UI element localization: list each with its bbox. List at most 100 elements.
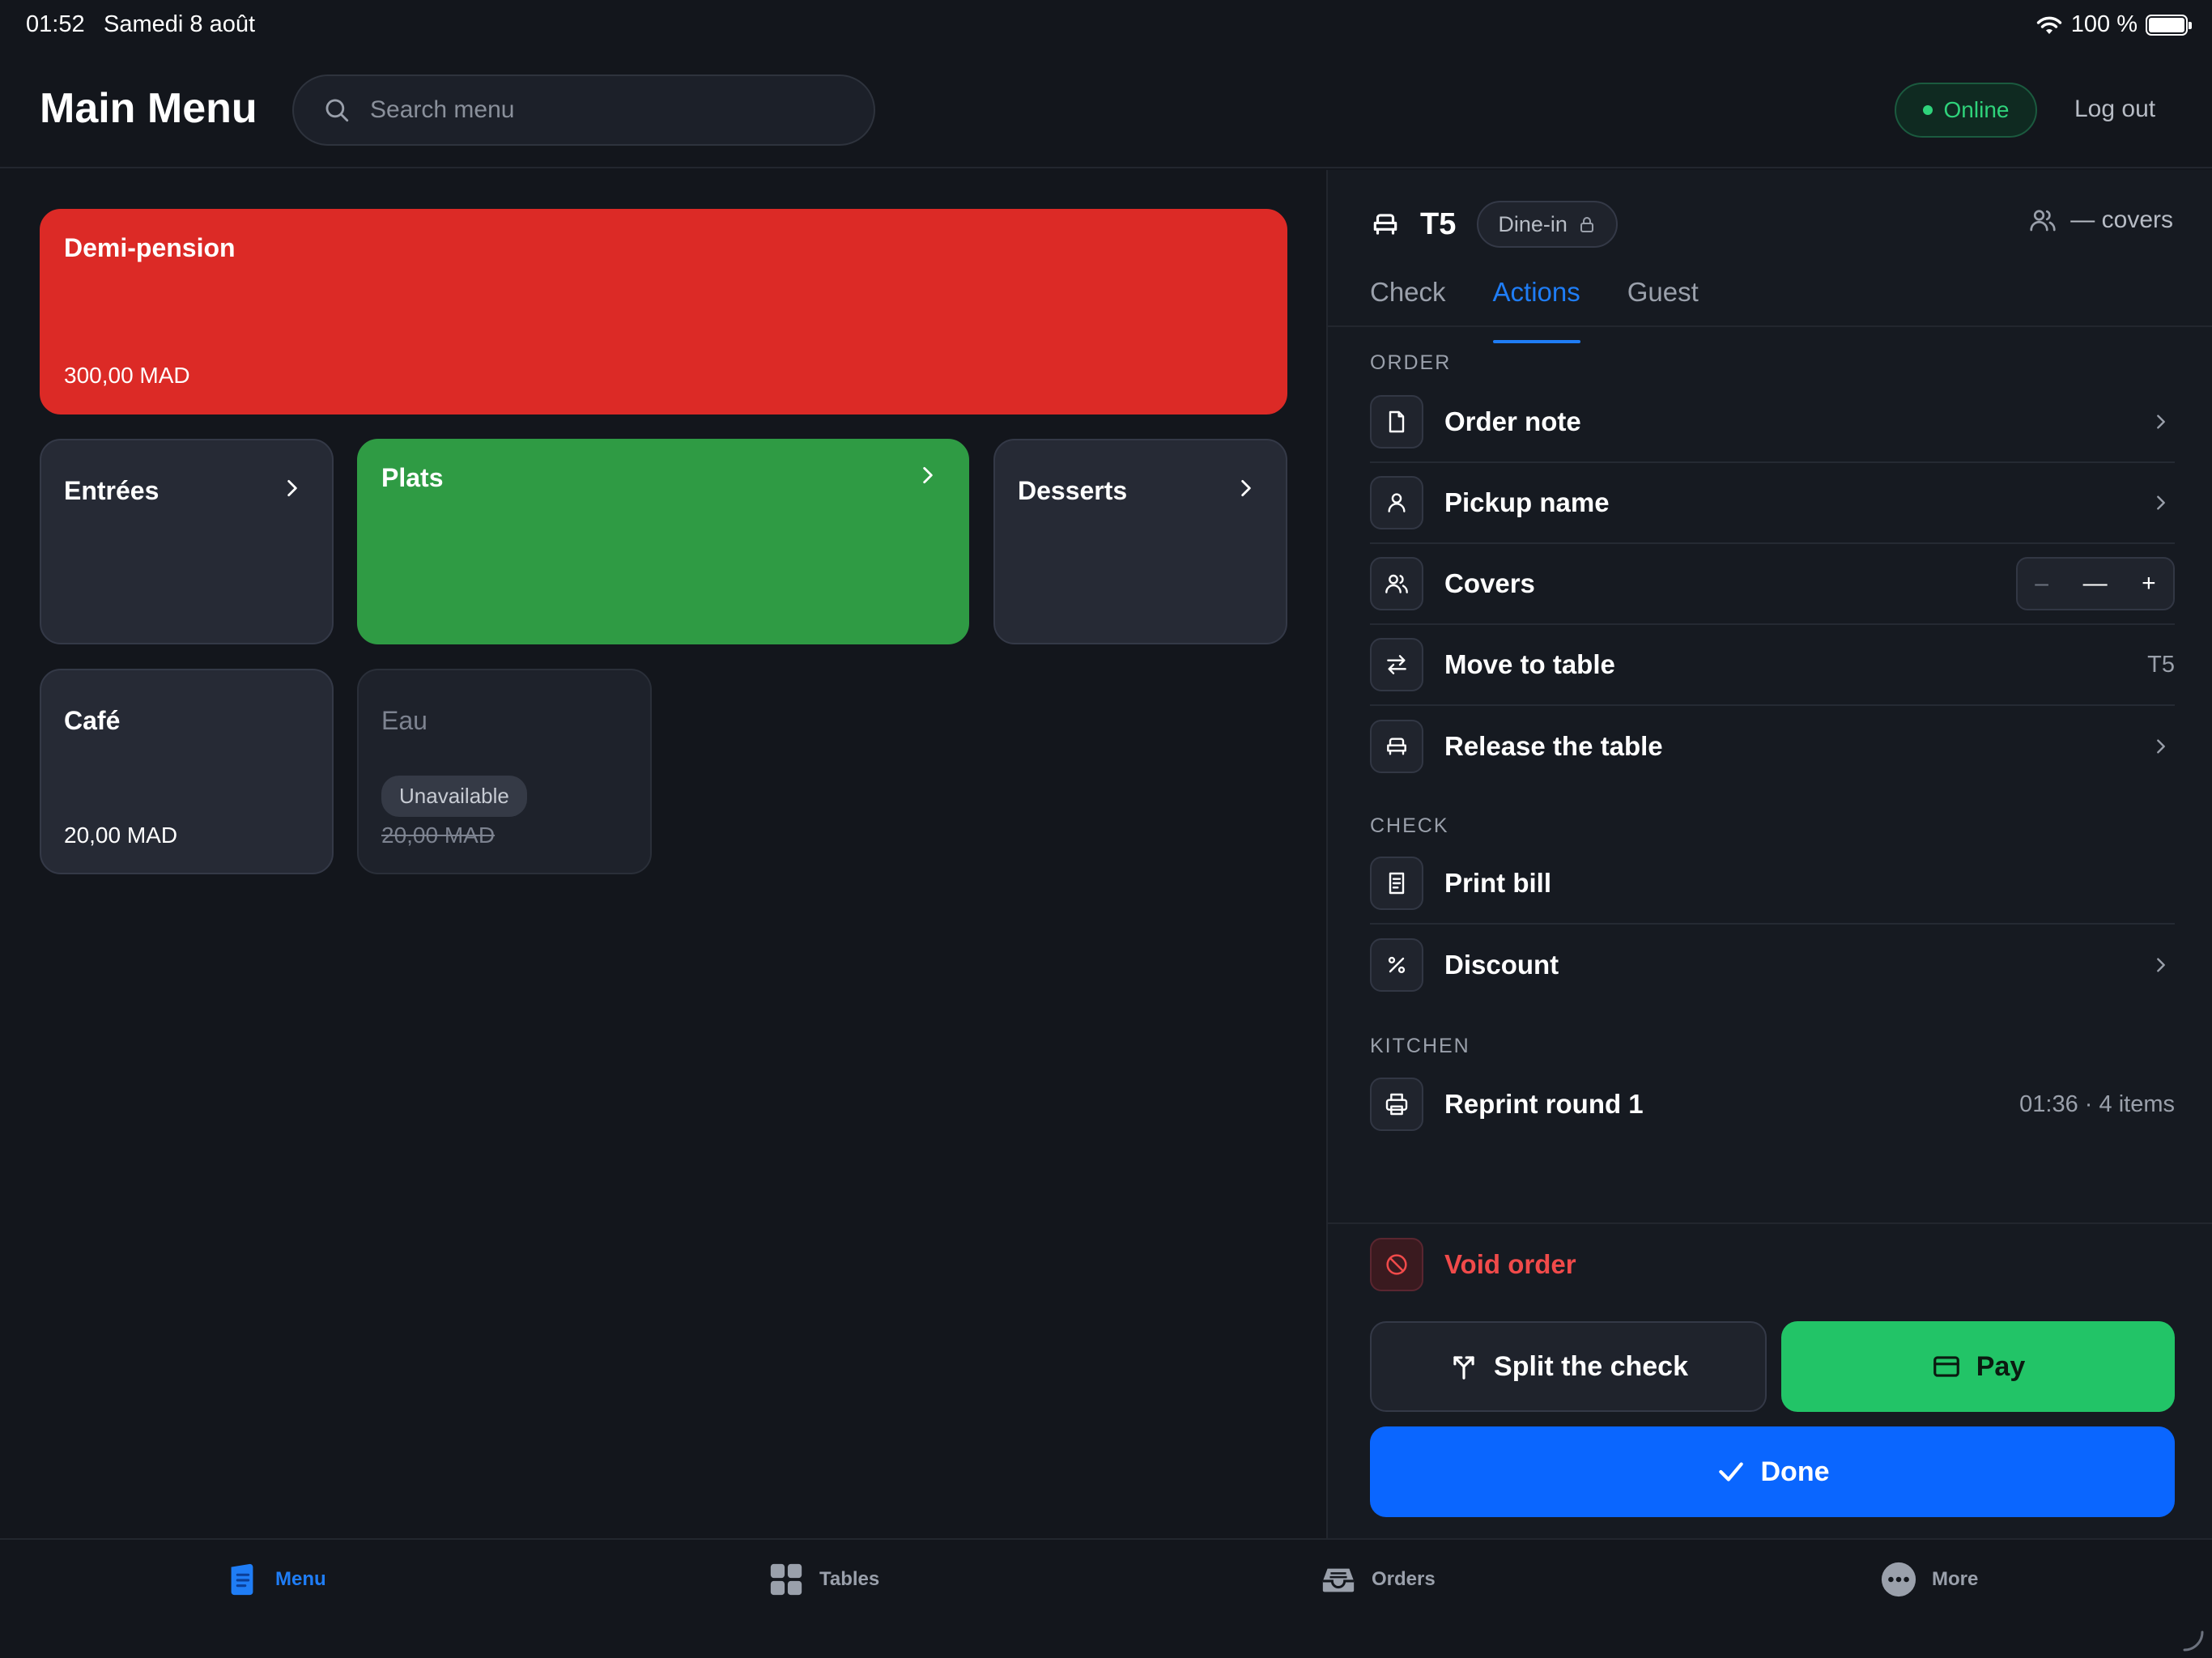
menu-book-icon (231, 1563, 253, 1596)
split-check-label: Split the check (1494, 1350, 1688, 1382)
wifi-icon (2036, 16, 2061, 34)
reprint-meta: 01:36 · 4 items (2019, 1090, 2175, 1117)
online-label: Online (1943, 97, 2010, 122)
pay-label: Pay (1976, 1350, 2026, 1382)
row-label: Covers (1444, 568, 1535, 598)
menu-item-price: 20,00 MAD (381, 823, 496, 848)
table-seat-icon (1370, 720, 1423, 773)
table-number: T5 (1420, 206, 1457, 241)
service-type-label: Dine-in (1498, 211, 1568, 236)
row-label: Discount (1444, 950, 1559, 980)
menu-item-demi-pension[interactable]: Demi-pension 300,00 MAD (40, 209, 1287, 414)
user-icon (1370, 476, 1423, 529)
chevron-right-icon (2157, 739, 2165, 754)
covers-increment-button[interactable]: + (2142, 570, 2156, 597)
checkmark-icon (1718, 1462, 1743, 1482)
row-discount[interactable]: Discount (1370, 925, 2175, 1005)
battery-percent: 100 % (2070, 11, 2138, 37)
tray-icon (1322, 1568, 1355, 1592)
tabbar-label: Orders (1372, 1568, 1436, 1590)
users-icon (2030, 210, 2056, 232)
category-entrees[interactable]: Entrées (40, 439, 334, 644)
tabbar-item-orders[interactable]: Orders (1320, 1561, 1436, 1598)
tabbar-item-more[interactable]: More (1880, 1561, 1978, 1598)
void-order-button[interactable]: Void order (1370, 1224, 2175, 1305)
pay-button[interactable]: Pay (1781, 1321, 2175, 1412)
chevron-right-icon (2157, 414, 2165, 429)
status-date: Samedi 8 août (104, 11, 256, 37)
row-covers: Covers – — + (1370, 544, 2175, 625)
current-table-value: T5 (2147, 651, 2175, 678)
row-pickup-name[interactable]: Pickup name (1370, 463, 2175, 544)
status-bar: 01:52 Samedi 8 août 100 % (0, 0, 2212, 52)
status-time: 01:52 (26, 11, 85, 37)
covers-summary: — covers (2028, 206, 2173, 235)
row-label: Order note (1444, 406, 1581, 436)
tabs-divider (1328, 325, 2212, 327)
service-type-badge: Dine-in (1477, 201, 1618, 248)
covers-stepper: – — + (2016, 557, 2175, 610)
lock-icon (1580, 217, 1593, 232)
covers-value: — (2082, 570, 2108, 597)
row-order-note[interactable]: Order note (1370, 382, 2175, 463)
search-input[interactable] (370, 96, 856, 124)
chevron-right-icon (2157, 495, 2165, 510)
status-right: 100 % (2035, 11, 2192, 38)
page-title: Main Menu (40, 85, 257, 132)
swap-arrows-icon (1370, 638, 1423, 691)
chevron-right-icon (2157, 958, 2165, 972)
receipt-icon (1370, 857, 1423, 910)
done-label: Done (1760, 1456, 1830, 1487)
search-bar[interactable] (292, 74, 875, 146)
more-dots-icon (1881, 1562, 1916, 1597)
category-plats[interactable]: Plats (357, 439, 969, 644)
percent-icon (1370, 938, 1423, 992)
menu-item-name: Demi-pension (64, 233, 236, 262)
menu-item-cafe[interactable]: Café 20,00 MAD (40, 669, 334, 874)
section-label-order: ORDER (1370, 351, 1452, 374)
section-label-check: CHECK (1370, 814, 1449, 837)
printer-icon (1370, 1078, 1423, 1131)
ban-icon (1370, 1238, 1423, 1291)
tabbar-label: Menu (275, 1568, 326, 1590)
menu-item-name: Café (64, 706, 121, 735)
row-print-bill[interactable]: Print bill (1370, 844, 2175, 925)
logout-button[interactable]: Log out (2074, 96, 2155, 123)
battery-icon (2146, 14, 2192, 36)
row-release-table[interactable]: Release the table (1370, 706, 2175, 787)
section-label-kitchen: KITCHEN (1370, 1035, 1470, 1057)
menu-item-eau[interactable]: Eau Unavailable 20,00 MAD (357, 669, 652, 874)
corner-indicator-icon (2183, 1630, 2204, 1652)
void-order-label: Void order (1444, 1249, 1576, 1279)
covers-decrement-button[interactable]: – (2035, 570, 2048, 597)
unavailable-badge: Unavailable (381, 776, 527, 817)
row-label: Reprint round 1 (1444, 1089, 1644, 1119)
done-button[interactable]: Done (1370, 1426, 2175, 1517)
search-icon (325, 99, 349, 122)
tabbar-item-tables[interactable]: Tables (768, 1561, 879, 1598)
chevron-right-icon (287, 479, 297, 497)
category-name: Plats (381, 463, 444, 492)
split-check-button[interactable]: Split the check (1370, 1321, 1767, 1412)
tabbar-label: More (1932, 1568, 1979, 1590)
category-desserts[interactable]: Desserts (993, 439, 1287, 644)
menu-grid: Demi-pension 300,00 MAD Entrées Plats De… (0, 170, 1326, 1538)
order-panel: T5 Dine-in — covers Check Actions Guest … (1326, 170, 2212, 1538)
credit-card-icon (1933, 1356, 1959, 1377)
menu-item-price: 300,00 MAD (64, 363, 190, 388)
row-move-to-table[interactable]: Move to table T5 (1370, 625, 2175, 706)
users-icon (1370, 557, 1423, 610)
category-name: Entrées (64, 476, 160, 505)
row-label: Release the table (1444, 731, 1663, 761)
menu-item-price: 20,00 MAD (64, 823, 178, 848)
panel-header: T5 Dine-in (1370, 201, 1618, 248)
row-label: Print bill (1444, 868, 1551, 898)
row-reprint-round[interactable]: Reprint round 1 01:36 · 4 items (1370, 1064, 2175, 1145)
covers-summary-label: — covers (2070, 206, 2173, 233)
tabbar-label: Tables (819, 1568, 880, 1590)
document-icon (1370, 395, 1423, 449)
chevron-right-icon (923, 466, 933, 484)
menu-item-name: Eau (381, 706, 428, 735)
tabbar-item-menu[interactable]: Menu (223, 1561, 326, 1598)
chevron-right-icon (1241, 479, 1251, 497)
